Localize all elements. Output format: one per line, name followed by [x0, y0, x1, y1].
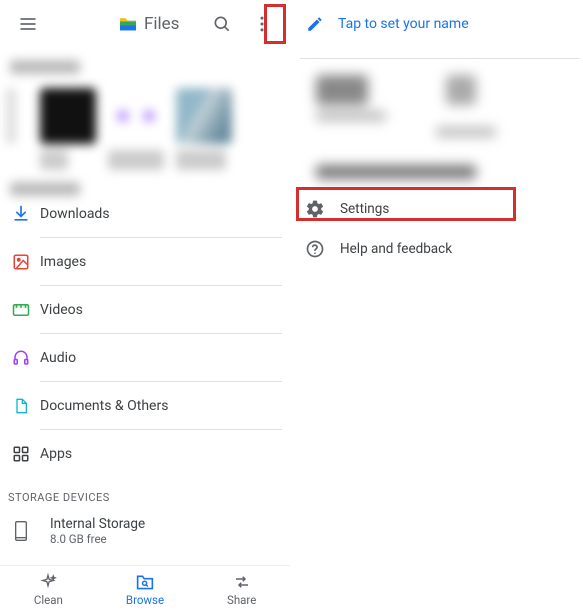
category-label: Documents & Others [40, 398, 168, 414]
image-icon [8, 249, 34, 275]
app-logo: Files [118, 14, 179, 34]
category-label: Apps [40, 446, 72, 462]
category-documents[interactable]: Documents & Others [8, 382, 282, 429]
storage-section-header: STORAGE DEVICES [0, 477, 290, 512]
category-label: Videos [40, 302, 83, 318]
nav-share[interactable]: Share [193, 566, 290, 613]
swap-icon [233, 573, 251, 591]
category-label: Downloads [40, 206, 110, 222]
recent-section-blurred [0, 60, 290, 190]
set-name-row[interactable]: Tap to set your name [296, 0, 583, 48]
download-icon [8, 201, 34, 227]
menu-help[interactable]: Help and feedback [296, 229, 583, 269]
apps-icon [8, 441, 34, 467]
files-app-screen: Files Downloads [0, 0, 290, 613]
overflow-menu-panel: Tap to set your name Settings Help and f… [296, 0, 583, 613]
set-name-label: Tap to set your name [338, 16, 469, 32]
headphones-icon [8, 345, 34, 371]
search-icon[interactable] [202, 4, 242, 44]
storage-name: Internal Storage [50, 516, 145, 532]
nav-label: Browse [126, 593, 164, 607]
video-icon [8, 297, 34, 323]
sparkle-icon [39, 573, 57, 591]
categories-list: Downloads Images Videos Audio [0, 190, 290, 477]
phone-icon [8, 518, 34, 544]
overflow-menu-icon[interactable] [242, 4, 282, 44]
menu-label: Help and feedback [340, 241, 452, 257]
nav-label: Clean [34, 593, 63, 607]
storage-free: 8.0 GB free [50, 532, 145, 546]
category-apps[interactable]: Apps [8, 430, 282, 477]
document-icon [8, 393, 34, 419]
category-label: Audio [40, 350, 76, 366]
category-label: Images [40, 254, 86, 270]
nav-clean[interactable]: Clean [0, 566, 97, 613]
menu-label: Settings [340, 201, 389, 217]
nav-browse[interactable]: Browse [97, 566, 194, 613]
nav-label: Share [227, 593, 256, 607]
hamburger-menu-icon[interactable] [8, 4, 48, 44]
bottom-nav: Clean Browse Share [0, 565, 290, 613]
pencil-icon [306, 15, 324, 33]
top-app-bar: Files [0, 0, 290, 48]
storage-internal[interactable]: Internal Storage 8.0 GB free [0, 512, 290, 546]
help-icon [304, 238, 326, 260]
profile-blurred [296, 59, 583, 189]
folder-search-icon [135, 573, 155, 591]
category-images[interactable]: Images [8, 238, 282, 285]
menu-settings[interactable]: Settings [296, 189, 583, 229]
category-audio[interactable]: Audio [8, 334, 282, 381]
files-folder-icon [118, 16, 138, 32]
category-downloads[interactable]: Downloads [8, 190, 282, 237]
app-title: Files [144, 14, 179, 34]
gear-icon [304, 198, 326, 220]
category-videos[interactable]: Videos [8, 286, 282, 333]
